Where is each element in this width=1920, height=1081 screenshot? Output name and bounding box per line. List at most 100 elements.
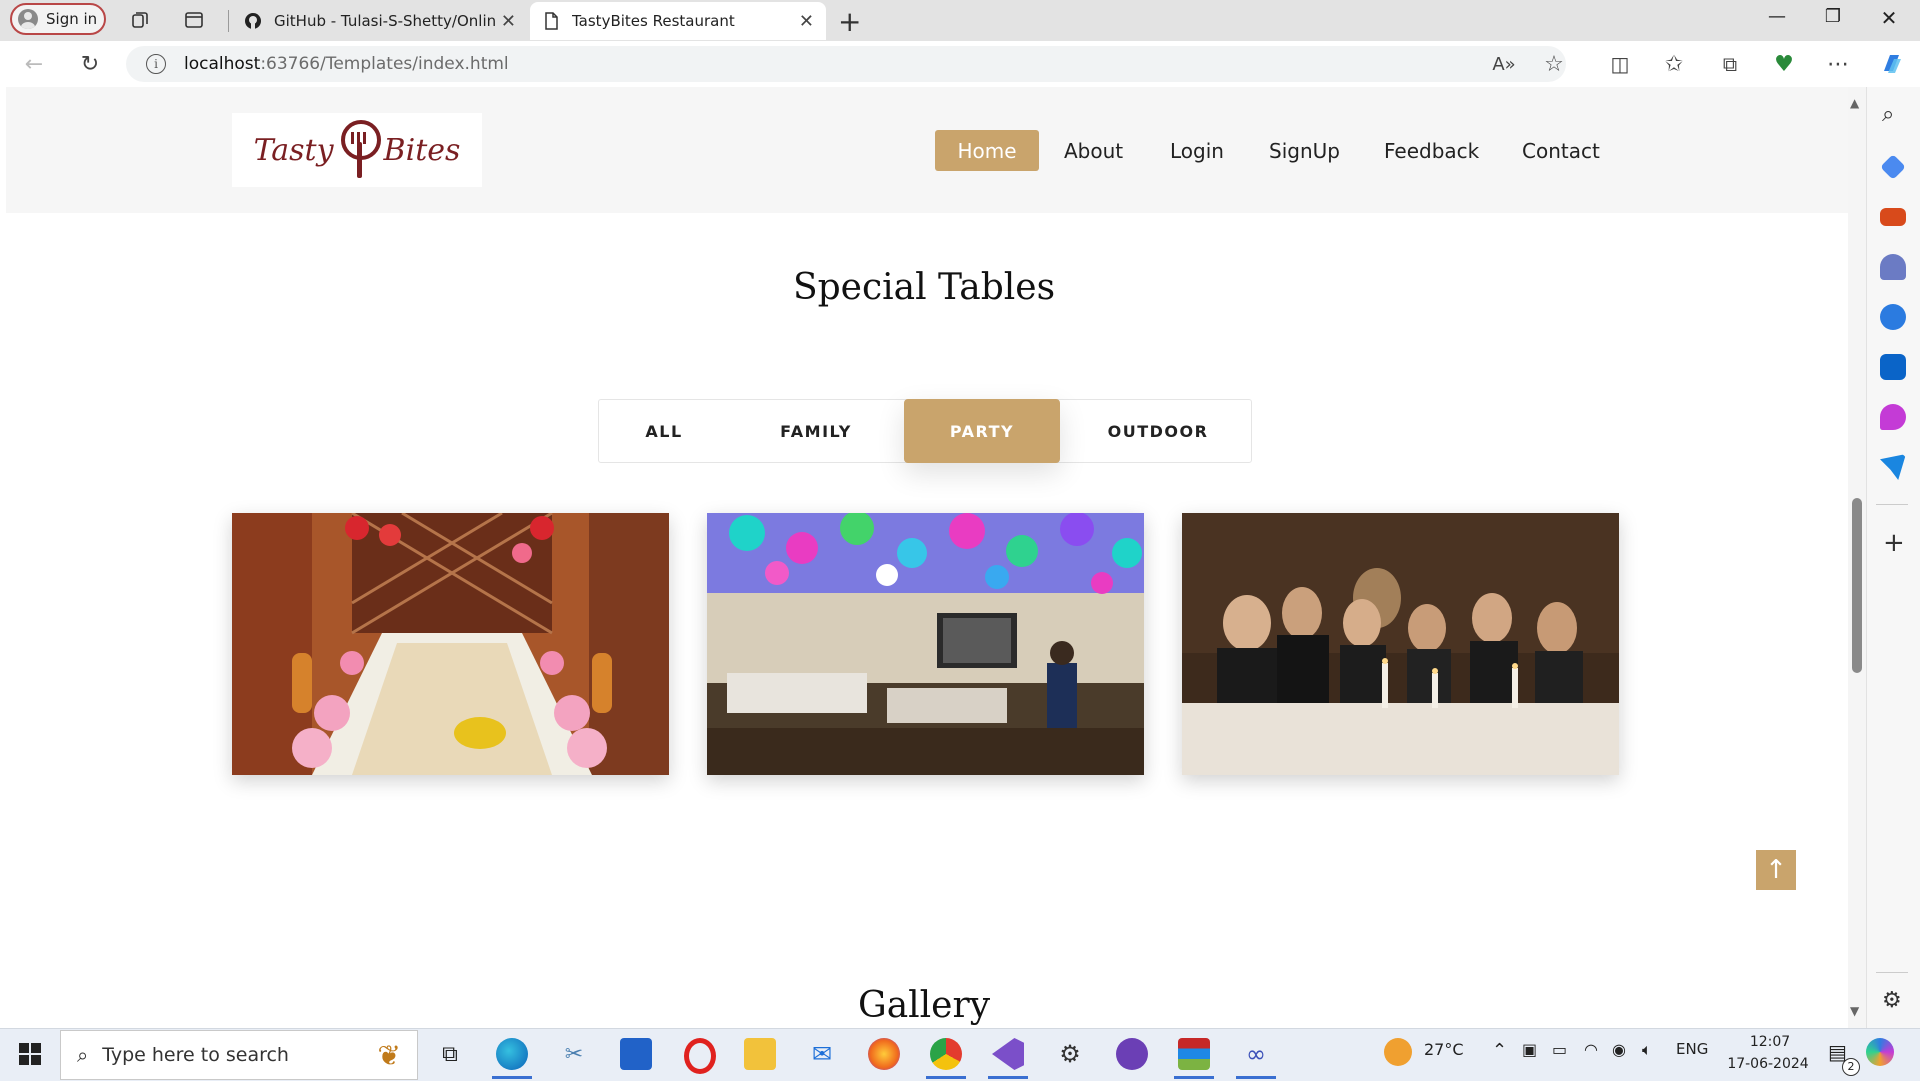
active-app-indicator [1236,1076,1276,1079]
filter-all[interactable]: ALL [599,400,729,462]
logo-text-left: Tasty [253,132,334,168]
clock-date[interactable]: 17-06-2024 [1718,1056,1818,1072]
nav-feedback[interactable]: Feedback [1384,130,1479,171]
elegant-dinner-photo [1182,513,1619,775]
balloon-hall-photo [707,513,1144,775]
webcam-icon[interactable]: ◉ [1612,1040,1626,1059]
vertical-tabs-icon[interactable] [182,8,206,32]
logo-text-right: Bites [383,132,461,168]
favorite-star-icon[interactable]: ☆ [1540,50,1568,78]
page-icon [545,12,558,30]
tools-icon[interactable] [1880,208,1906,226]
table-filter-group: ALL FAMILY PARTY OUTDOOR [598,399,1252,463]
sidebar-settings-gear-icon[interactable]: ⚙ [1882,988,1902,1013]
taskbar-search-box[interactable]: ⌕ Type here to search ❦ [60,1030,418,1080]
sidebar-add-icon[interactable]: + [1883,528,1905,558]
tab-tastybites[interactable]: TastyBites Restaurant ✕ [530,2,826,40]
file-explorer-icon[interactable] [744,1038,776,1070]
section-title: Special Tables [792,267,1056,308]
search-icon: ⌕ [77,1043,89,1067]
store-icon[interactable] [620,1038,652,1070]
page-viewport: Tasty Bites Home About Login SignUp Feed… [0,87,1848,1028]
party-table-image-birthday[interactable] [232,513,669,775]
github-desktop-icon[interactable] [1116,1038,1148,1070]
close-window-icon[interactable]: ✕ [1866,6,1912,30]
nav-login[interactable]: Login [1170,130,1224,171]
back-icon[interactable]: ← [20,50,48,78]
sidebar-search-icon[interactable]: ⌕ [1882,102,1894,127]
active-app-indicator [926,1076,966,1079]
active-app-indicator [1174,1076,1214,1079]
favorites-icon[interactable]: ✩ [1660,50,1688,78]
site-info-icon[interactable]: i [146,54,166,74]
outlook-icon[interactable] [1880,354,1906,380]
input-language[interactable]: ENG [1676,1040,1708,1058]
tastybites-logo[interactable]: Tasty Bites [232,113,482,187]
search-placeholder: Type here to search [102,1044,289,1066]
copilot-taskbar-icon[interactable] [1866,1038,1894,1066]
back-to-top-button[interactable]: ↑ [1756,850,1796,890]
refresh-icon[interactable]: ↻ [76,50,104,78]
task-view-icon[interactable]: ⧉ [434,1038,466,1070]
read-aloud-icon[interactable]: A» [1490,50,1518,78]
sign-in-label: Sign in [46,10,98,28]
active-app-indicator [492,1076,532,1079]
battery-icon[interactable]: ▭ [1552,1040,1567,1059]
notifications-count: 2 [1842,1058,1860,1076]
scroll-up-arrow-icon[interactable]: ▲ [1850,96,1859,110]
nav-signup[interactable]: SignUp [1269,130,1340,171]
party-table-image-balloon-hall[interactable] [707,513,1144,775]
github-icon [245,13,261,29]
opera-icon[interactable] [684,1038,716,1074]
tab-separator [228,10,229,32]
browser-essentials-icon[interactable]: ♥ [1770,50,1798,78]
restore-icon[interactable]: ❐ [1810,6,1856,27]
wifi-icon[interactable]: ◠ [1584,1040,1598,1059]
weather-temperature[interactable]: 27°C [1424,1040,1464,1059]
mail-icon[interactable]: ✉ [806,1038,838,1070]
new-tab-icon[interactable]: + [838,5,861,38]
infinity-app-icon[interactable]: ∞ [1240,1038,1272,1070]
edge-taskbar-icon[interactable] [496,1038,528,1070]
nav-about[interactable]: About [1064,130,1123,171]
url-path: :63766/Templates/index.html [260,54,509,74]
snipping-tool-icon[interactable]: ✂ [558,1038,590,1070]
tab-github[interactable]: GitHub - Tulasi-S-Shetty/Online- ✕ [232,2,528,40]
profile-avatar-icon [18,9,38,29]
sidebar-divider [1876,504,1908,505]
active-app-indicator [988,1076,1028,1079]
windows-start-icon[interactable] [14,1038,46,1070]
tab-title: GitHub - Tulasi-S-Shetty/Online- [274,12,495,30]
chrome-icon[interactable] [930,1038,962,1070]
profile-sign-in-button[interactable]: Sign in [10,3,106,35]
weather-icon[interactable] [1384,1038,1412,1066]
volume-icon[interactable]: 🔈︎ [1642,1040,1652,1060]
show-hidden-icons-chevron-icon[interactable]: ⌃ [1492,1040,1507,1061]
winrar-icon[interactable] [1178,1038,1210,1070]
nav-home[interactable]: Home [935,130,1039,171]
microsoft-365-icon[interactable] [1880,304,1906,330]
monitor-icon[interactable]: ▣ [1522,1040,1537,1059]
butterfly-icon: ❦ [377,1039,401,1072]
split-screen-icon[interactable]: ◫ [1606,50,1634,78]
address-bar[interactable]: i localhost:63766/Templates/index.html [126,46,1566,82]
scroll-down-arrow-icon[interactable]: ▼ [1850,1004,1859,1018]
firefox-icon[interactable] [868,1038,900,1070]
filter-family[interactable]: FAMILY [729,400,903,462]
close-tab-icon[interactable]: ✕ [501,11,516,32]
workspaces-icon[interactable] [128,8,152,32]
clock-time[interactable]: 12:07 [1738,1034,1802,1050]
minimize-icon[interactable]: — [1754,6,1800,27]
nav-contact[interactable]: Contact [1522,130,1600,171]
filter-outdoor[interactable]: OUTDOOR [1065,400,1251,462]
more-options-icon[interactable]: ⋯ [1824,50,1852,78]
copilot-icon[interactable] [1878,50,1906,78]
collections-icon[interactable]: ⧉ [1716,50,1744,78]
filter-party[interactable]: PARTY [904,399,1060,463]
settings-icon[interactable]: ⚙ [1054,1038,1086,1070]
scrollbar-thumb[interactable] [1852,498,1862,673]
designer-icon[interactable] [1880,404,1906,430]
games-icon[interactable] [1880,254,1906,280]
party-table-image-elegant-dinner[interactable] [1182,513,1619,775]
close-tab-icon[interactable]: ✕ [799,11,814,32]
